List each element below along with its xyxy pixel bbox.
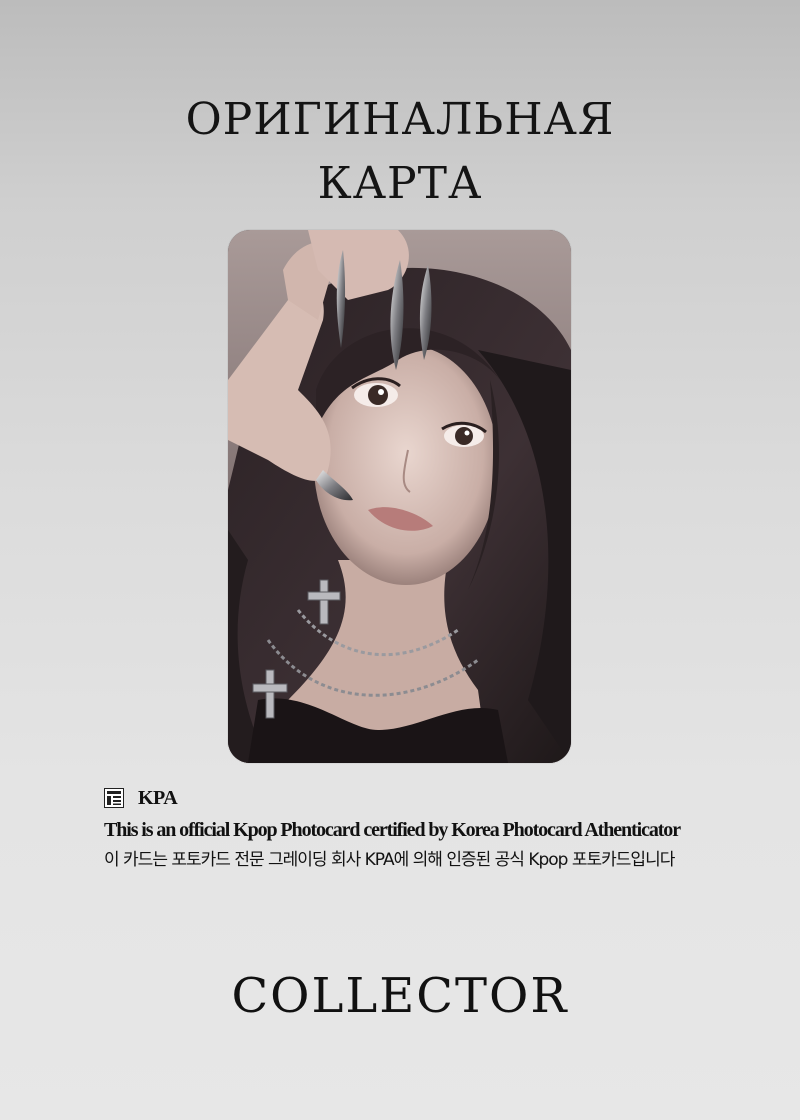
page-title-line-2: КАРТА xyxy=(317,158,483,209)
certification-text-en: This is an official Kpop Photocard certi… xyxy=(104,819,681,841)
page-title-line-1: ОРИГИНАЛЬНАЯ xyxy=(185,94,615,145)
certification-header: KPA xyxy=(104,787,754,809)
photocard-image xyxy=(228,230,571,763)
certification-text-ko: 이 카드는 포토카드 전문 그레이딩 회사 KPA에 의해 인증된 공식 Kpo… xyxy=(104,850,675,870)
certification-block: KPA This is an official Kpop Photocard c… xyxy=(104,787,754,875)
brand-name: KPA xyxy=(138,786,178,809)
collector-label: COLLECTOR xyxy=(231,968,569,1024)
kpa-logo-icon xyxy=(104,788,124,808)
